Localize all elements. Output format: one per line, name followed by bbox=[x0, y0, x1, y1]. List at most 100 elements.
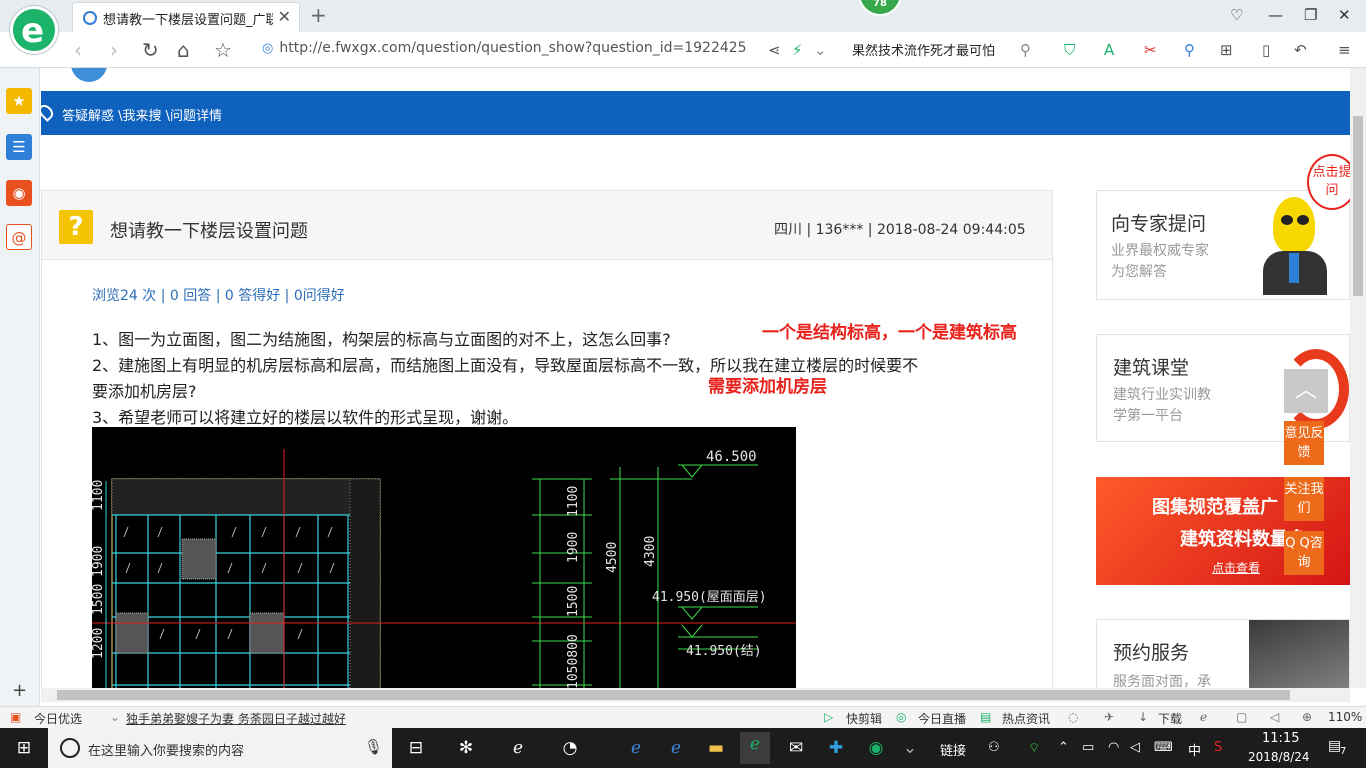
translate-icon[interactable]: A bbox=[1104, 41, 1114, 59]
tray-up-icon[interactable]: ⌃ bbox=[1058, 740, 1069, 755]
back-icon[interactable]: ‹ bbox=[74, 38, 82, 62]
speed-icon[interactable]: ◌ bbox=[1068, 710, 1078, 724]
search-icon[interactable]: ⚲ bbox=[1020, 41, 1031, 59]
status-daily-pick[interactable]: 今日优选 bbox=[34, 710, 82, 727]
browser-logo-icon[interactable]: e bbox=[10, 6, 58, 54]
status-quick-clip[interactable]: 快剪辑 bbox=[846, 710, 882, 727]
home-icon[interactable]: ⌂ bbox=[177, 38, 190, 62]
status-live[interactable]: 今日直播 bbox=[918, 710, 966, 727]
network-icon[interactable]: ⌔ bbox=[1028, 740, 1040, 756]
ask-bubble[interactable]: 点击提问 bbox=[1307, 154, 1350, 210]
clock-date[interactable]: 2018/8/24 bbox=[1248, 750, 1310, 764]
qq-consult-button[interactable]: Q Q咨询 bbox=[1284, 531, 1324, 575]
grid-icon[interactable]: ⊞ bbox=[1220, 41, 1233, 59]
overflow-chevron-icon[interactable]: ⌄ bbox=[898, 736, 922, 760]
status-hot-news[interactable]: 热点资讯 bbox=[1002, 710, 1050, 727]
ime-indicator[interactable]: 中 bbox=[1188, 740, 1201, 759]
edge-icon[interactable]: ℯ bbox=[506, 736, 530, 760]
status-news-link[interactable]: 独手弟弟娶嫂子为妻 务荼园日子越过越好 bbox=[126, 710, 346, 727]
banner-cta[interactable]: 点击查看 bbox=[1212, 559, 1260, 576]
wifi-app-icon[interactable]: ◉ bbox=[864, 736, 888, 760]
close-window-button[interactable]: ✕ bbox=[1338, 6, 1351, 24]
microphone-icon[interactable]: 🎙 bbox=[364, 738, 383, 756]
back-to-top-button[interactable]: ︿ bbox=[1284, 369, 1328, 413]
chevron-down-small-icon[interactable]: ⌄ bbox=[110, 710, 120, 724]
new-tab-button[interactable]: + bbox=[310, 3, 327, 27]
chevron-down-icon[interactable]: ⌄ bbox=[814, 41, 827, 59]
status-bar: ▣ 今日优选 ⌄ 独手弟弟娶嫂子为妻 务荼园日子越过越好 ▷ 快剪辑 ◎ 今日直… bbox=[0, 706, 1366, 728]
service-card[interactable]: 预约服务 服务面对面，承 bbox=[1096, 619, 1350, 688]
site-logo-icon bbox=[71, 68, 107, 82]
browser-tab[interactable]: 想请教一下楼层设置问题_广联达 ✕ bbox=[72, 2, 300, 32]
vertical-scroll-thumb[interactable] bbox=[1353, 116, 1363, 296]
scissors-icon[interactable]: ✂ bbox=[1144, 41, 1157, 59]
skin-icon[interactable]: ♡ bbox=[1230, 6, 1243, 24]
speaker-icon[interactable]: ◁ bbox=[1130, 740, 1140, 755]
svg-text:1500: 1500 bbox=[566, 586, 581, 617]
people-icon[interactable]: ⚇ bbox=[988, 740, 1000, 755]
phone-icon[interactable]: ▯ bbox=[1262, 41, 1270, 59]
weibo-icon[interactable]: ◉ bbox=[6, 180, 32, 206]
feedback-button[interactable]: 意见反馈 bbox=[1284, 421, 1324, 465]
cad-dim-4500: 4500 bbox=[605, 542, 620, 573]
plus-app-icon[interactable]: ✚ bbox=[824, 736, 848, 760]
url-field[interactable]: ◎ http://e.fwxgx.com/question/question_sh… bbox=[262, 40, 747, 56]
status-zoom[interactable]: 110% bbox=[1328, 710, 1362, 724]
star-icon[interactable]: ☆ bbox=[214, 38, 232, 62]
ask-expert-card[interactable]: 向专家提问 业界最权威专家 为您解答 bbox=[1096, 190, 1350, 300]
undo-icon[interactable]: ↶ bbox=[1294, 41, 1307, 59]
follow-button[interactable]: 关注我们 bbox=[1284, 477, 1324, 521]
mail-app-icon[interactable]: ✉ bbox=[784, 736, 808, 760]
battery-icon[interactable]: ▭ bbox=[1082, 740, 1094, 755]
refresh-icon[interactable]: ↻ bbox=[142, 38, 159, 62]
ie-icon[interactable]: ℯ bbox=[664, 736, 688, 760]
favorites-star-icon[interactable]: ★ bbox=[6, 88, 32, 114]
magnifier-icon[interactable]: ⚲ bbox=[1184, 41, 1195, 59]
search-input[interactable]: 果然技术流作死才最可怕 bbox=[852, 40, 995, 59]
ask-expert-sub1: 业界最权威专家 bbox=[1111, 243, 1209, 259]
pin-icon[interactable]: ✈ bbox=[1104, 710, 1114, 724]
window-icon[interactable]: ▢ bbox=[1236, 710, 1247, 724]
service-sub1: 服务面对面，承 bbox=[1113, 674, 1211, 688]
close-tab-icon[interactable]: ✕ bbox=[278, 7, 291, 26]
horizontal-scrollbar[interactable] bbox=[41, 688, 1350, 702]
edge-blue-icon[interactable]: ℯ bbox=[624, 736, 648, 760]
status-download[interactable]: 下载 bbox=[1158, 710, 1182, 727]
clock-time[interactable]: 11:15 bbox=[1262, 731, 1299, 746]
address-bar: ‹ › ↻ ⌂ ☆ ◎ http://e.fwxgx.com/question/q… bbox=[0, 32, 1366, 68]
windows-start-icon[interactable]: ⊞ bbox=[12, 736, 36, 760]
maximize-button[interactable]: ❐ bbox=[1304, 6, 1317, 24]
forward-icon[interactable]: › bbox=[110, 38, 118, 62]
minimize-button[interactable]: — bbox=[1268, 6, 1283, 24]
lightning-icon[interactable]: ⚡ bbox=[792, 41, 803, 59]
tray-links[interactable]: 链接 bbox=[940, 740, 966, 759]
folder-icon[interactable]: ▬ bbox=[704, 736, 728, 760]
course-sub2: 学第一平台 bbox=[1113, 408, 1183, 424]
pinwheel-icon[interactable]: ✻ bbox=[454, 736, 478, 760]
score-badge[interactable]: 78 bbox=[858, 0, 902, 16]
ie-mode-icon[interactable]: ℯ bbox=[1200, 710, 1207, 724]
360-icon[interactable]: ◔ bbox=[558, 736, 582, 760]
vertical-scrollbar[interactable] bbox=[1350, 68, 1366, 688]
shield-icon[interactable]: ⛉ bbox=[1064, 41, 1075, 59]
share-icon[interactable]: ⋖ bbox=[768, 41, 781, 59]
svg-text:1050800: 1050800 bbox=[566, 634, 581, 688]
task-view-icon[interactable]: ⊟ bbox=[404, 736, 428, 760]
green-browser-icon[interactable]: ℯ bbox=[740, 732, 770, 764]
mail-icon[interactable]: @ bbox=[6, 224, 32, 250]
taskbar-search-placeholder: 在这里输入你要搜索的内容 bbox=[88, 744, 245, 759]
volume-icon[interactable]: ◁ bbox=[1270, 710, 1279, 724]
horizontal-scroll-thumb[interactable] bbox=[57, 690, 1290, 700]
ask-expert-title: 向专家提问 bbox=[1111, 213, 1207, 235]
taskbar-search-box[interactable]: 在这里输入你要搜索的内容 🎙 bbox=[48, 728, 392, 768]
reading-list-icon[interactable]: ☰ bbox=[6, 134, 32, 160]
add-sidebar-icon[interactable]: + bbox=[12, 680, 27, 701]
zoom-icon[interactable]: ⊕ bbox=[1302, 710, 1312, 724]
sogou-icon[interactable]: S bbox=[1214, 740, 1222, 755]
breadcrumb[interactable]: 答疑解惑 \我来搜 \问题详情 bbox=[62, 105, 222, 124]
menu-icon[interactable]: ≡ bbox=[1338, 41, 1351, 59]
keyboard-icon[interactable]: ⌨ bbox=[1154, 740, 1173, 755]
wifi-icon[interactable]: ◠ bbox=[1108, 740, 1119, 755]
question-stats[interactable]: 浏览24 次 | 0 回答 | 0 答得好 | 0问得好 bbox=[92, 285, 345, 305]
breadcrumb-bar: 答疑解惑 \我来搜 \问题详情 bbox=[41, 91, 1350, 135]
